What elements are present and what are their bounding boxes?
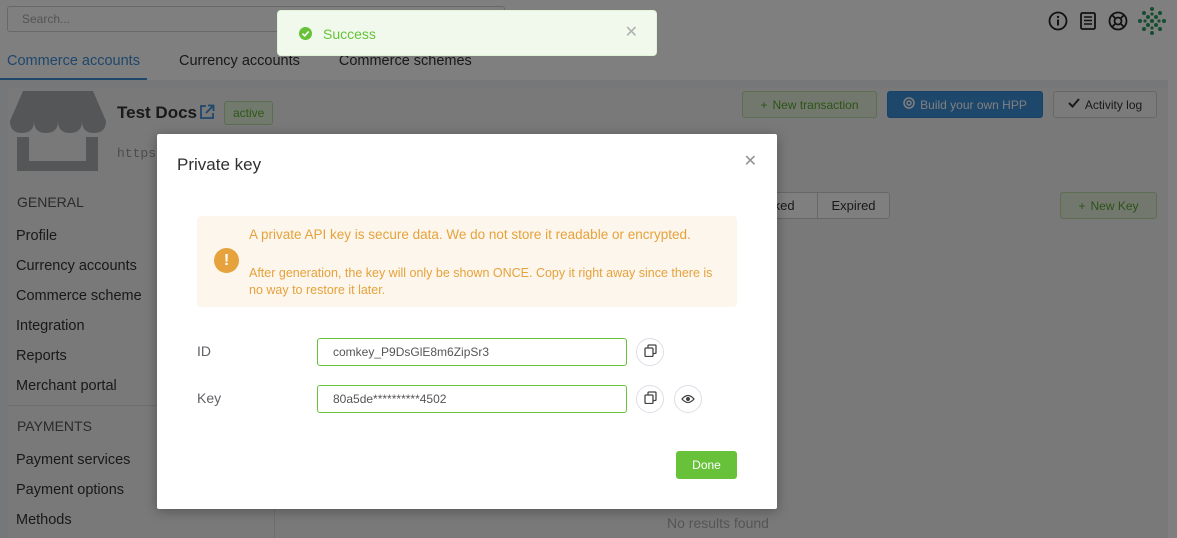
id-label: ID <box>197 343 211 359</box>
close-icon[interactable]: ✕ <box>744 154 757 170</box>
id-field[interactable] <box>317 338 627 366</box>
done-button[interactable]: Done <box>676 451 737 479</box>
copy-id-button[interactable] <box>636 338 664 366</box>
private-key-dialog: Private key ✕ ! A private API key is sec… <box>157 134 777 509</box>
warning-alert: ! A private API key is secure data. We d… <box>197 216 737 307</box>
close-icon[interactable]: ✕ <box>625 25 638 41</box>
eye-icon <box>681 391 695 407</box>
key-label: Key <box>197 390 222 406</box>
copy-icon <box>643 344 657 360</box>
reveal-key-button[interactable] <box>674 385 702 413</box>
alert-text-once: After generation, the key will only be s… <box>249 266 713 297</box>
warning-icon: ! <box>214 248 239 273</box>
toast-message: Success <box>323 26 376 42</box>
success-toast: Success ✕ <box>277 10 657 56</box>
key-field[interactable] <box>317 385 627 413</box>
copy-key-button[interactable] <box>636 385 664 413</box>
alert-text-secure: A private API key is secure data. We do … <box>249 227 691 242</box>
copy-icon <box>643 391 657 407</box>
dialog-title: Private key <box>177 155 262 174</box>
success-check-icon <box>299 27 312 43</box>
